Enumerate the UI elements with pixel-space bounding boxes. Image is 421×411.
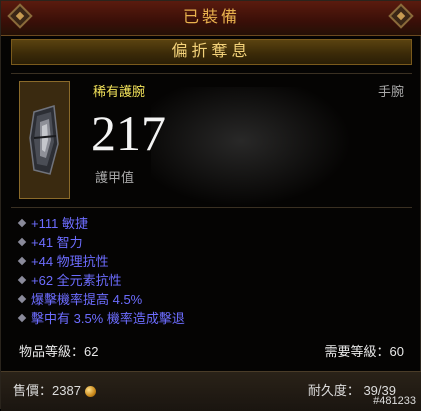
stat-line: +62 全元素抗性: [17, 271, 399, 290]
stat-text: +111 敏捷: [31, 216, 88, 231]
stat-text: 爆擊機率提高 4.5%: [31, 292, 143, 307]
stat-line: 爆擊機率提高 4.5%: [17, 290, 399, 309]
tooltip-frame: 已裝備 偏折奪息 稀有護腕 手腕 217 護甲值 +111 敏捷 +41 智力 …: [0, 0, 421, 411]
item-slot: 手腕: [377, 84, 404, 99]
corner-ornament-icon: [7, 3, 33, 29]
stat-text: +62 全元素抗性: [31, 273, 122, 288]
stat-text: +41 智力: [31, 235, 83, 250]
bullet-icon: [17, 237, 27, 247]
bullet-icon: [17, 218, 27, 228]
required-level: 需要等級：60: [324, 344, 404, 359]
item-level: 物品等級：62: [19, 344, 99, 359]
stat-text: 擊中有 3.5% 機率造成擊退: [31, 311, 185, 326]
price-text: 售價：2387: [13, 383, 81, 398]
armor-value: 217: [91, 105, 166, 161]
stat-line: +41 智力: [17, 233, 399, 252]
item-rarity: 稀有護腕: [93, 84, 146, 99]
background-shade: [151, 87, 351, 207]
stat-list: +111 敏捷 +41 智力 +44 物理抗性 +62 全元素抗性 爆擊機率提高…: [17, 214, 399, 328]
item-image[interactable]: [19, 81, 70, 199]
bullet-icon: [17, 294, 27, 304]
bracer-icon: [20, 82, 69, 198]
stat-line: +111 敏捷: [17, 214, 399, 233]
stat-line: 擊中有 3.5% 機率造成擊退: [17, 309, 399, 328]
divider: [11, 207, 412, 208]
header-title: 已裝備: [182, 9, 240, 26]
item-name-bar: 偏折奪息: [11, 39, 412, 65]
corner-ornament-icon: [388, 3, 414, 29]
stat-line: +44 物理抗性: [17, 252, 399, 271]
gold-coin-icon: [84, 386, 96, 398]
stat-text: +44 物理抗性: [31, 254, 109, 269]
equipped-header: 已裝備: [1, 1, 421, 36]
watermark: #481233: [373, 395, 416, 407]
sell-price: 售價：2387: [13, 380, 96, 399]
bullet-icon: [17, 313, 27, 323]
bullet-icon: [17, 275, 27, 285]
divider: [11, 73, 412, 74]
item-name: 偏折奪息: [171, 43, 252, 60]
armor-label: 護甲值: [95, 170, 135, 185]
bullet-icon: [17, 256, 27, 266]
